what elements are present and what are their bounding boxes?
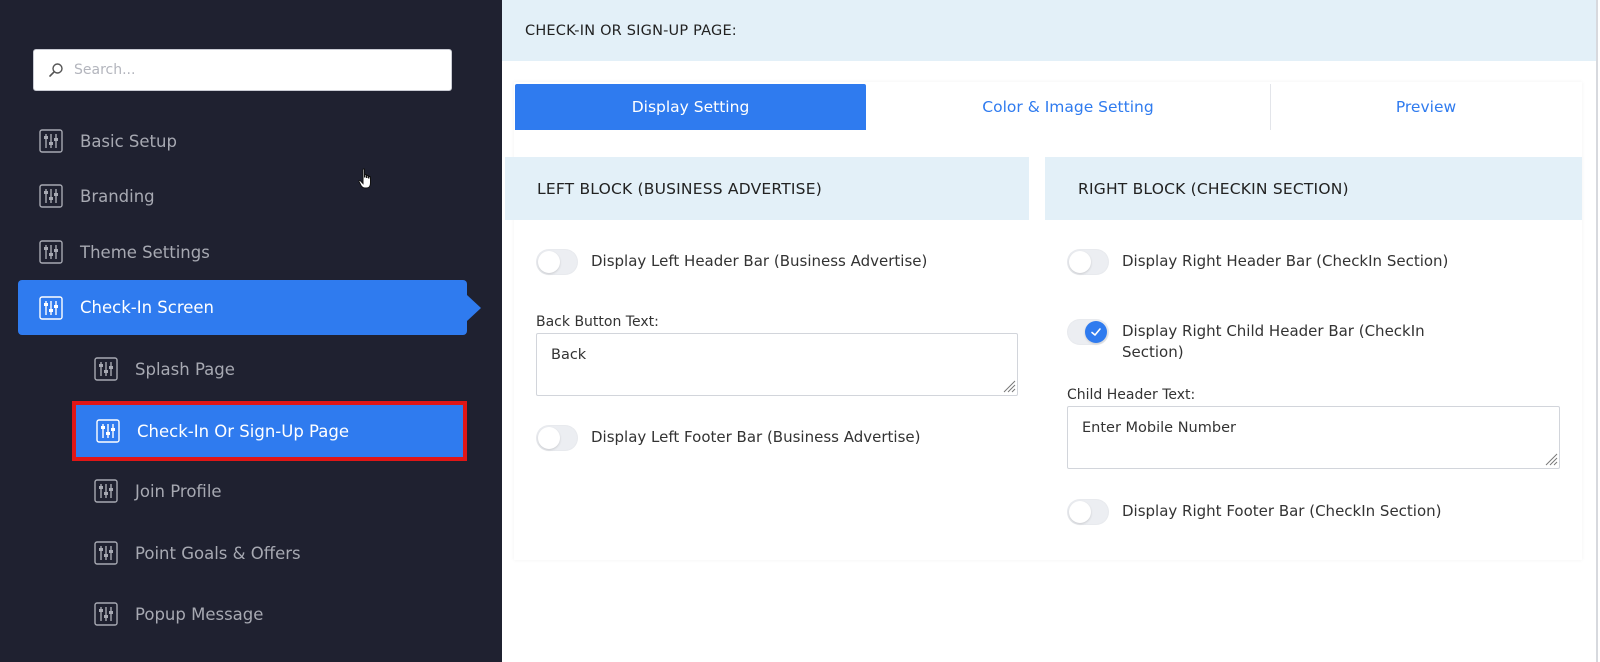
- toggle-knob: [538, 427, 560, 449]
- child-header-text-label: Child Header Text:: [1067, 387, 1196, 403]
- sidebar-item-label: Branding: [80, 186, 155, 206]
- left-block-title: LEFT BLOCK (BUSINESS ADVERTISE): [537, 179, 822, 198]
- right-header-bar-toggle-label: Display Right Header Bar (CheckIn Sectio…: [1122, 252, 1449, 270]
- label-line: Display Right Child Header Bar (CheckIn: [1122, 322, 1425, 340]
- right-header-bar-toggle[interactable]: [1067, 249, 1109, 275]
- sliders-icon: [39, 129, 63, 153]
- tab-bar: Display Setting Color & Image Setting Pr…: [515, 84, 1581, 130]
- app: Basic Setup Branding Theme Settings Chec…: [0, 0, 1600, 662]
- sliders-icon: [39, 184, 63, 208]
- back-button-text-label: Back Button Text:: [536, 314, 659, 330]
- sidebar-subitem-check-in-or-sign-up-page[interactable]: Check-In Or Sign-Up Page: [72, 401, 467, 461]
- sidebar-item-label: Theme Settings: [80, 242, 210, 262]
- toggle-knob: [1069, 251, 1091, 273]
- label-line: Section): [1122, 343, 1184, 361]
- toggle-knob: [1085, 321, 1107, 343]
- child-header-text-field[interactable]: Enter Mobile Number: [1067, 406, 1560, 469]
- check-icon: [1091, 328, 1101, 336]
- search-input[interactable]: [74, 62, 434, 78]
- toggle-knob: [1069, 501, 1091, 523]
- sliders-icon: [94, 479, 118, 503]
- scrollbar[interactable]: [1596, 0, 1598, 662]
- toggle-knob: [538, 251, 560, 273]
- sidebar-subitem-splash-page[interactable]: Splash Page: [94, 356, 235, 382]
- page-title: CHECK-IN OR SIGN-UP PAGE:: [525, 22, 737, 39]
- sidebar-item-basic-setup[interactable]: Basic Setup: [39, 128, 177, 154]
- sidebar-item-label: Check-In Screen: [80, 298, 215, 317]
- sidebar-subitem-point-goals-offers[interactable]: Point Goals & Offers: [94, 540, 301, 566]
- tab-display-setting[interactable]: Display Setting: [515, 84, 866, 130]
- search-box[interactable]: [33, 49, 452, 91]
- left-header-bar-toggle-label: Display Left Header Bar (Business Advert…: [591, 252, 928, 270]
- sidebar-subitem-popup-message[interactable]: Popup Message: [94, 601, 263, 627]
- sidebar-item-branding[interactable]: Branding: [39, 183, 155, 209]
- sidebar-item-label: Join Profile: [135, 481, 222, 501]
- sliders-icon: [39, 295, 63, 320]
- back-button-text-field[interactable]: Back: [536, 333, 1018, 396]
- right-block-header: RIGHT BLOCK (CHECKIN SECTION): [1045, 157, 1582, 220]
- right-header-bar-toggle-row: Display Right Header Bar (CheckIn Sectio…: [1067, 249, 1448, 275]
- sliders-icon: [94, 602, 118, 626]
- sidebar-item-check-in-screen[interactable]: Check-In Screen: [18, 280, 481, 335]
- main-content: CHECK-IN OR SIGN-UP PAGE: Display Settin…: [502, 0, 1600, 662]
- sliders-icon: [94, 357, 118, 381]
- right-child-header-bar-toggle-row: Display Right Child Header Bar (CheckIn …: [1067, 319, 1425, 363]
- left-footer-bar-toggle-label: Display Left Footer Bar (Business Advert…: [591, 428, 921, 446]
- left-footer-bar-toggle[interactable]: [536, 425, 578, 451]
- sidebar-item-label: Point Goals & Offers: [135, 543, 301, 563]
- sidebar-subitem-join-profile[interactable]: Join Profile: [94, 478, 222, 504]
- right-footer-bar-toggle-label: Display Right Footer Bar (CheckIn Sectio…: [1122, 502, 1442, 520]
- left-header-bar-toggle[interactable]: [536, 249, 578, 275]
- resize-grip-icon[interactable]: [1544, 452, 1558, 466]
- sidebar-item-theme-settings[interactable]: Theme Settings: [39, 239, 210, 265]
- sidebar-item-label: Popup Message: [135, 604, 264, 624]
- right-child-header-bar-toggle-label: Display Right Child Header Bar (CheckIn …: [1122, 319, 1425, 363]
- sliders-icon: [39, 240, 63, 264]
- hand-cursor-icon: [358, 168, 371, 189]
- left-header-bar-toggle-row: Display Left Header Bar (Business Advert…: [536, 249, 927, 275]
- sidebar: Basic Setup Branding Theme Settings Chec…: [0, 0, 502, 662]
- right-block-title: RIGHT BLOCK (CHECKIN SECTION): [1078, 179, 1349, 198]
- tab-preview[interactable]: Preview: [1271, 84, 1581, 130]
- left-footer-bar-toggle-row: Display Left Footer Bar (Business Advert…: [536, 425, 920, 451]
- sliders-icon: [96, 419, 120, 443]
- left-block-header: LEFT BLOCK (BUSINESS ADVERTISE): [505, 157, 1029, 220]
- page-title-bar: CHECK-IN OR SIGN-UP PAGE:: [502, 0, 1596, 61]
- sliders-icon: [94, 541, 118, 565]
- right-footer-bar-toggle[interactable]: [1067, 499, 1109, 525]
- right-child-header-bar-toggle[interactable]: [1067, 319, 1109, 345]
- sidebar-item-label: Splash Page: [135, 359, 235, 379]
- search-icon: [49, 63, 63, 77]
- right-footer-bar-toggle-row: Display Right Footer Bar (CheckIn Sectio…: [1067, 499, 1442, 525]
- tab-color-image-setting[interactable]: Color & Image Setting: [866, 84, 1271, 130]
- sidebar-item-label: Check-In Or Sign-Up Page: [137, 421, 349, 441]
- resize-grip-icon[interactable]: [1002, 379, 1016, 393]
- sidebar-item-label: Basic Setup: [80, 131, 177, 151]
